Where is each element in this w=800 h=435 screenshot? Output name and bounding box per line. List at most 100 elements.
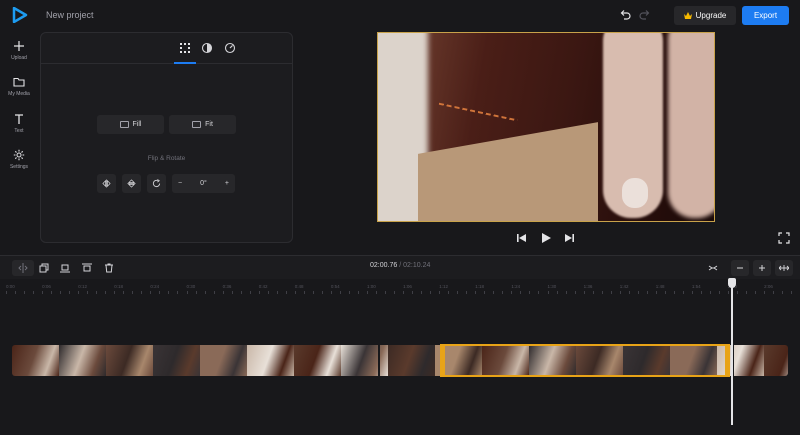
- upgrade-label: Upgrade: [695, 11, 727, 20]
- export-button[interactable]: Export: [742, 6, 789, 25]
- project-title[interactable]: New project: [46, 10, 94, 20]
- undo-icon[interactable]: [619, 9, 631, 21]
- ruler-tick: [592, 291, 594, 294]
- zoom-out-button[interactable]: [731, 260, 749, 276]
- ruler-tick: [141, 291, 143, 294]
- ruler-tick: [385, 291, 387, 294]
- ruler-tick: [87, 291, 89, 294]
- clip-trim-handle-left[interactable]: [440, 344, 445, 377]
- ruler-tick-label: 1:06: [403, 284, 412, 289]
- ruler-tick: [177, 291, 179, 294]
- skip-forward-icon[interactable]: [562, 231, 576, 245]
- zoom-in-icon: [759, 265, 765, 271]
- ruler-tick: [782, 291, 784, 294]
- ruler-tick: [718, 291, 720, 294]
- snap-icon: [708, 265, 718, 271]
- ruler-tick: [610, 291, 612, 294]
- ruler-tick: [303, 291, 305, 294]
- sidebar-item-text[interactable]: Text: [0, 113, 38, 147]
- ruler-tick-label: 1:42: [619, 284, 629, 289]
- ruler-tick: [421, 291, 423, 294]
- clip-thumbnail: [247, 345, 294, 376]
- redo-icon[interactable]: [639, 9, 651, 21]
- video-preview[interactable]: [377, 32, 715, 222]
- fit-icon: [192, 121, 202, 128]
- sidebar-item-upload[interactable]: Upload: [0, 40, 38, 74]
- ruler-tick: [312, 291, 314, 294]
- plus-icon[interactable]: +: [225, 180, 229, 187]
- time-separator: /: [399, 262, 402, 269]
- ruler-tick: [78, 291, 80, 294]
- ruler-tick: [773, 291, 775, 294]
- ruler-tick: [583, 291, 585, 294]
- timeline-ruler[interactable]: 0:00 0:06 0:12 0:18 0:24 0:30 0:36 0:42 0:48 0:54…: [0, 281, 800, 295]
- fullscreen-icon[interactable]: [778, 232, 790, 244]
- rotate-button[interactable]: [147, 174, 166, 193]
- clip-trim-handle-right[interactable]: [725, 344, 730, 377]
- ruler-tick: [691, 291, 693, 294]
- ruler-tick: [737, 291, 739, 294]
- ruler-tick: [42, 291, 44, 294]
- ruler-tick: [628, 291, 630, 294]
- selected-clip[interactable]: [440, 344, 730, 377]
- fit-button[interactable]: Fit: [169, 115, 236, 134]
- play-icon[interactable]: [539, 231, 553, 245]
- split-button[interactable]: [12, 260, 34, 276]
- fill-button[interactable]: Fill: [97, 115, 164, 134]
- ruler-tick: [69, 291, 71, 294]
- upgrade-button[interactable]: Upgrade: [674, 6, 736, 25]
- ruler-tick: [231, 291, 233, 294]
- ruler-tick: [475, 291, 477, 294]
- ruler-tick: [655, 291, 657, 294]
- ruler-tick: [60, 291, 62, 294]
- ruler-tick: [529, 291, 531, 294]
- ruler-tick: [502, 291, 504, 294]
- sidebar-item-my-media[interactable]: My Media: [0, 76, 38, 110]
- sidebar-item-settings[interactable]: Settings: [0, 149, 38, 183]
- delete-button[interactable]: [100, 260, 118, 276]
- crown-icon: [683, 12, 692, 19]
- ruler-tick: [520, 291, 522, 294]
- skip-back-icon[interactable]: [515, 231, 529, 245]
- ruler-tick: [728, 291, 729, 294]
- app-logo-icon[interactable]: [12, 7, 28, 23]
- fit-timeline-button[interactable]: [775, 260, 793, 276]
- ruler-tick-label: 0:54: [330, 284, 340, 289]
- ruler-tick: [547, 291, 549, 294]
- sidebar-item-label: My Media: [8, 91, 30, 97]
- minus-icon[interactable]: −: [178, 180, 182, 187]
- clip-thumbnail: [59, 345, 106, 376]
- ruler-tick: [159, 291, 161, 294]
- ruler-tick: [96, 291, 98, 294]
- fit-timeline-icon: [779, 265, 789, 271]
- playhead[interactable]: [731, 283, 733, 425]
- align-bottom-icon: [60, 264, 70, 273]
- ruler-tick: [538, 291, 540, 294]
- ruler-tick: [330, 291, 332, 294]
- ruler-tick-label: 2:06: [764, 284, 773, 289]
- duplicate-button[interactable]: [35, 260, 53, 276]
- contrast-icon[interactable]: [201, 42, 213, 54]
- ruler-tick: [357, 291, 359, 294]
- ruler-tick-label: 0:36: [222, 284, 232, 289]
- ruler-tick: [574, 291, 576, 294]
- zoom-in-button[interactable]: [753, 260, 771, 276]
- sidebar-item-label: Upload: [11, 55, 27, 61]
- gear-icon: [13, 149, 25, 161]
- align-bottom-button[interactable]: [56, 260, 74, 276]
- preview-card: [418, 122, 598, 221]
- grid-icon[interactable]: [179, 42, 191, 54]
- clip-thumbnail: [200, 345, 247, 376]
- playback-controls: [515, 231, 577, 245]
- speed-icon[interactable]: [224, 42, 236, 54]
- split-icon: [18, 263, 28, 273]
- ruler-tick: [673, 291, 675, 294]
- snap-button[interactable]: [704, 260, 722, 276]
- ruler-tick-label: 0:06: [42, 284, 51, 289]
- rotation-value[interactable]: 0°: [200, 180, 207, 187]
- flip-vertical-button[interactable]: [122, 174, 141, 193]
- flip-horizontal-button[interactable]: [97, 174, 116, 193]
- timecode: 02:00.76 / 02:10.24: [370, 262, 430, 269]
- align-top-button[interactable]: [78, 260, 96, 276]
- ruler-tick: [240, 291, 242, 294]
